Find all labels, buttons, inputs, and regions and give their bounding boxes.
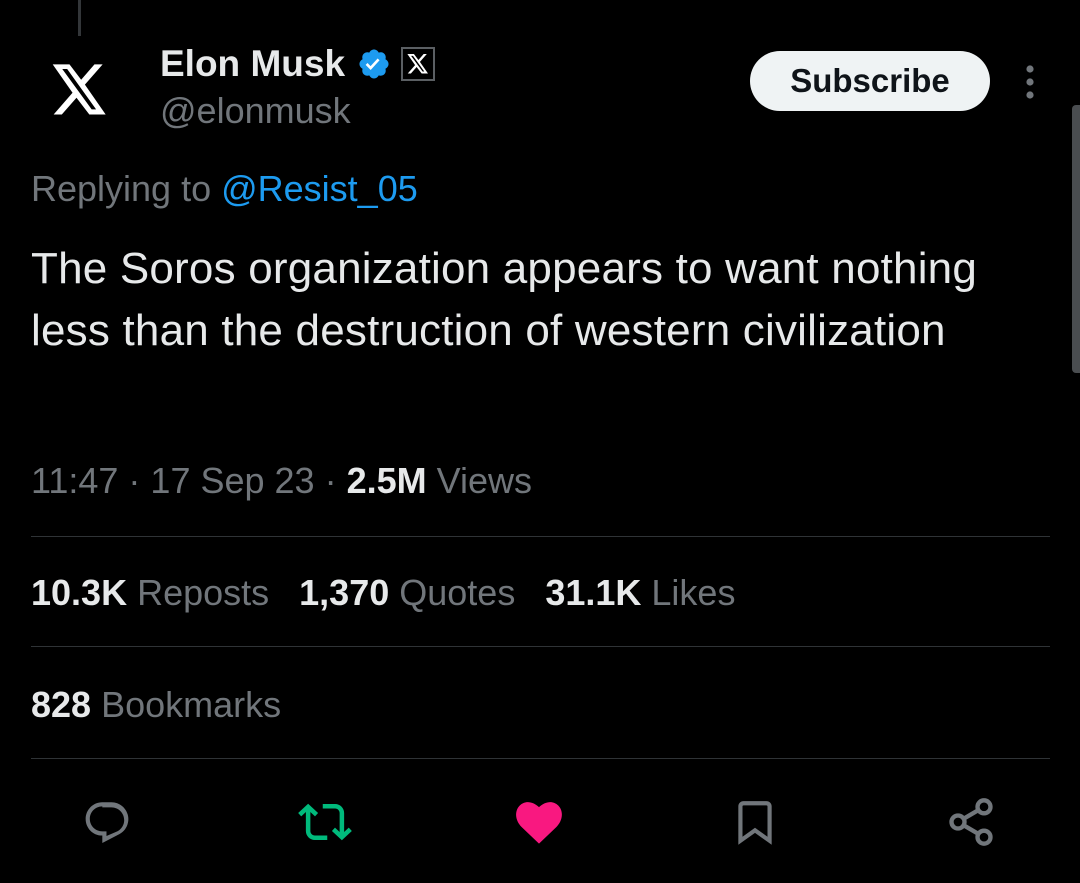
views-count: 2.5M: [346, 460, 427, 501]
share-button[interactable]: [943, 794, 999, 850]
tweet-text: The Soros organization appears to want n…: [31, 244, 978, 355]
subscribe-button[interactable]: Subscribe: [750, 51, 990, 111]
replying-to-label: Replying to: [31, 168, 222, 209]
likes-stat[interactable]: 31.1K Likes: [545, 572, 735, 614]
bookmarks-stat[interactable]: 828 Bookmarks: [31, 684, 281, 726]
divider: [31, 646, 1050, 647]
x-logo-icon: [52, 64, 106, 115]
author-display-name[interactable]: Elon Musk: [160, 43, 345, 85]
repost-icon: [298, 803, 352, 841]
tweet-meta: 11:47 · 17 Sep 23 · 2.5M Views: [31, 460, 532, 502]
author-avatar[interactable]: [38, 48, 122, 132]
bookmark-icon: [738, 801, 772, 845]
tweet-time[interactable]: 11:47: [31, 460, 118, 501]
tweet-date[interactable]: 17 Sep 23: [150, 460, 314, 501]
x-logo-icon: [407, 54, 429, 74]
engagement-stats: 10.3K Reposts 1,370 Quotes 31.1K Likes: [31, 572, 735, 614]
bookmarks-label: Bookmarks: [91, 684, 282, 725]
vertical-ellipsis-icon: [1026, 65, 1034, 99]
comment-icon: [85, 802, 129, 844]
verified-badge-icon[interactable]: [357, 47, 391, 81]
meta-separator: ·: [314, 460, 347, 501]
reposts-label: Reposts: [127, 572, 270, 613]
likes-count: 31.1K: [545, 572, 642, 613]
heart-icon: [516, 802, 562, 844]
thread-connector-line: [78, 0, 81, 36]
scrollbar[interactable]: [1072, 105, 1080, 373]
like-button[interactable]: [511, 794, 567, 850]
quotes-label: Quotes: [389, 572, 516, 613]
more-options-button[interactable]: [1014, 62, 1046, 102]
divider: [31, 758, 1050, 759]
reply-mention-link[interactable]: @Resist_05: [221, 168, 418, 209]
views-label: Views: [426, 460, 533, 501]
replying-to-line: Replying to @Resist_05: [31, 168, 418, 210]
quotes-count: 1,370: [299, 572, 390, 613]
quotes-stat[interactable]: 1,370 Quotes: [299, 572, 515, 614]
reposts-stat[interactable]: 10.3K Reposts: [31, 572, 269, 614]
author-handle[interactable]: @elonmusk: [160, 90, 351, 132]
reply-button[interactable]: [79, 794, 135, 850]
reposts-count: 10.3K: [31, 572, 128, 613]
meta-separator: ·: [118, 460, 151, 501]
bookmarks-count: 828: [31, 684, 92, 725]
share-icon: [949, 798, 993, 846]
bookmark-button[interactable]: [727, 794, 783, 850]
affiliate-badge[interactable]: [401, 47, 436, 81]
author-name-row: Elon Musk: [160, 42, 436, 86]
divider: [31, 536, 1050, 537]
likes-label: Likes: [641, 572, 736, 613]
repost-button[interactable]: [297, 794, 353, 850]
